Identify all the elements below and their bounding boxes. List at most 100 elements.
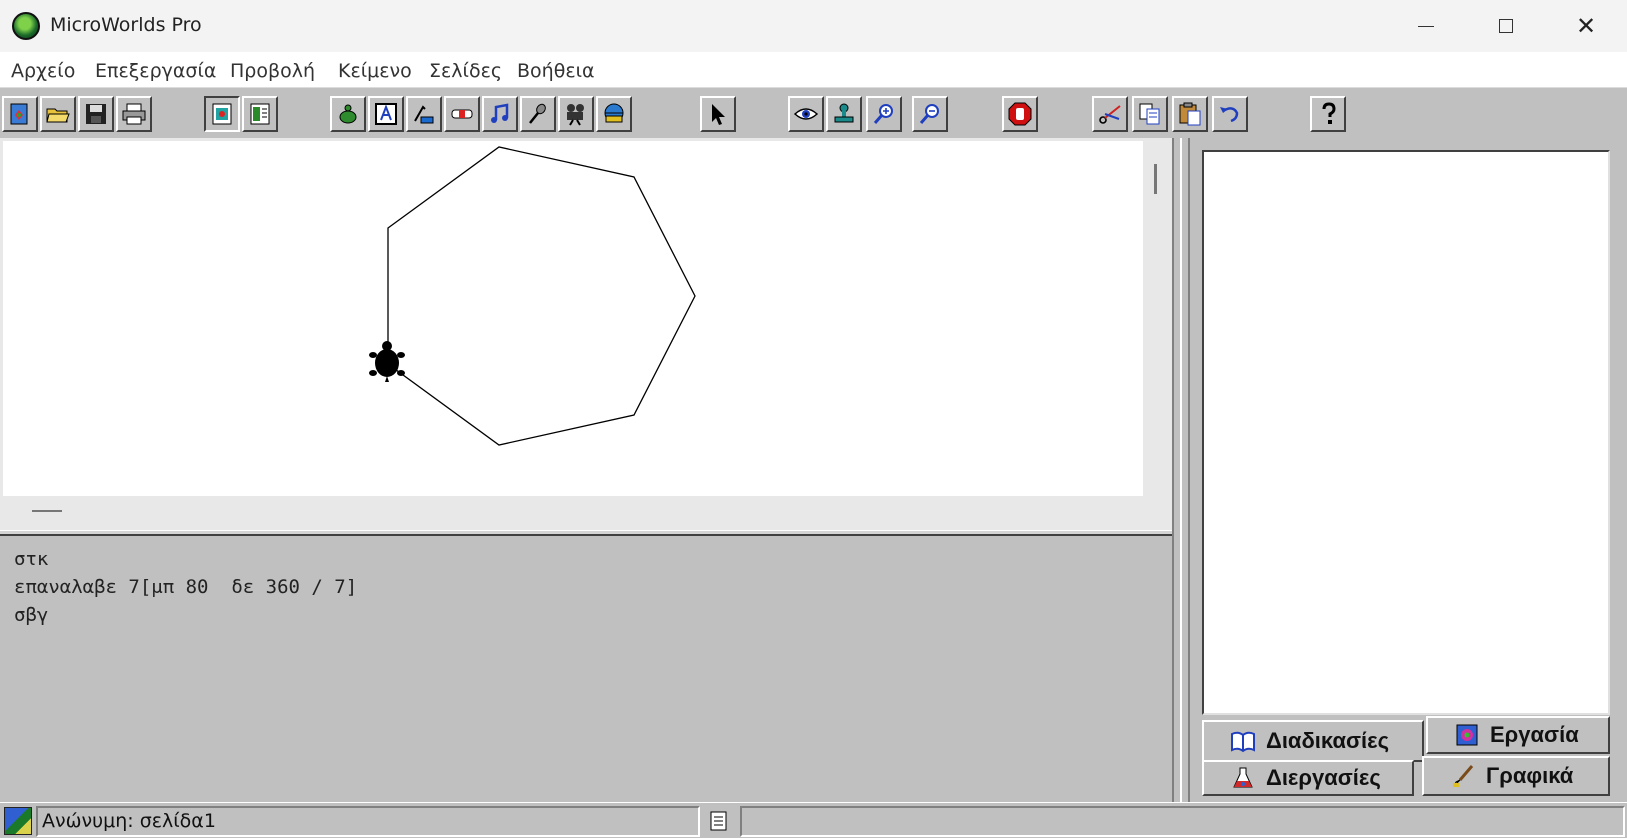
tab-project-label: Εργασία <box>1490 722 1579 747</box>
page-area <box>0 138 1172 530</box>
text-box-button[interactable] <box>368 96 404 132</box>
new-project-icon <box>10 103 28 125</box>
open-button[interactable] <box>40 96 76 132</box>
button-tool[interactable] <box>406 96 442 132</box>
stamp-button[interactable] <box>826 96 862 132</box>
cut-button[interactable] <box>1092 96 1128 132</box>
text-box-icon <box>375 103 397 125</box>
stop-hand-icon <box>1008 102 1032 126</box>
music-note-icon <box>491 103 509 123</box>
minimize-icon <box>1418 25 1434 27</box>
globe-helmet-icon <box>604 103 624 123</box>
zoom-out-button[interactable] <box>912 96 948 132</box>
menu-pages[interactable]: Σελίδες <box>429 60 502 82</box>
copy-icon <box>1139 103 1160 125</box>
new-project-button[interactable] <box>2 96 38 132</box>
menu-file[interactable]: Αρχείο <box>11 60 75 82</box>
video-camera-icon <box>567 104 584 126</box>
pane-splitter[interactable] <box>1172 138 1198 802</box>
stop-button[interactable] <box>1002 96 1038 132</box>
splitter-edge <box>1172 138 1174 802</box>
command-line[interactable]: στκ <box>14 545 1158 573</box>
tab-project[interactable]: Εργασία <box>1426 716 1610 754</box>
project-icon <box>1456 724 1478 746</box>
tab-procedures-label: Διαδικασίες <box>1266 728 1390 753</box>
maximize-icon <box>1499 19 1513 33</box>
zoom-in-button[interactable] <box>866 96 902 132</box>
copy-button[interactable] <box>1132 96 1168 132</box>
open-folder-icon <box>46 108 70 123</box>
close-button[interactable]: ✕ <box>1546 0 1626 52</box>
microworlds-logo-icon <box>12 12 40 40</box>
splitter-edge <box>1180 138 1182 802</box>
video-button[interactable] <box>558 96 594 132</box>
tab-procedures[interactable]: Διαδικασίες <box>1202 720 1424 762</box>
scissors-icon <box>1099 105 1121 124</box>
stamp-icon <box>834 103 854 123</box>
zoom-out-icon <box>919 104 939 124</box>
title-bar: MicroWorlds Pro ✕ <box>0 0 1627 52</box>
status-text: Ανώνυμη: σελίδα1 <box>36 806 700 837</box>
status-secondary-field <box>740 806 1625 837</box>
command-line[interactable]: σβγ <box>14 601 1158 629</box>
project-page-icon <box>4 807 32 835</box>
menu-view[interactable]: Προβολή <box>230 60 315 82</box>
close-icon: ✕ <box>1575 12 1597 40</box>
tab-graphics[interactable]: Γραφικά <box>1422 756 1610 796</box>
document-icon[interactable] <box>704 807 734 835</box>
save-disk-icon <box>86 104 106 124</box>
command-center[interactable]: στκ επαναλαβε 7[μπ 80 δε 360 / 7] σβγ <box>0 536 1172 802</box>
menu-edit[interactable]: Επεξεργασία <box>95 60 216 82</box>
tab-processes[interactable]: Διεργασίες <box>1202 760 1414 796</box>
paste-icon <box>1179 102 1201 126</box>
maximize-button[interactable] <box>1466 0 1546 52</box>
help-question-icon <box>1322 102 1336 124</box>
drawing-canvas[interactable] <box>3 141 1143 496</box>
menu-text[interactable]: Κείμενο <box>338 60 412 82</box>
undo-button[interactable] <box>1212 96 1248 132</box>
print-button[interactable] <box>116 96 152 132</box>
zoom-in-icon <box>873 104 893 124</box>
splitter-edge <box>1188 138 1190 802</box>
paste-button[interactable] <box>1172 96 1208 132</box>
procedures-panel[interactable] <box>1202 150 1610 715</box>
heptagon-drawing <box>369 146 696 446</box>
page-view-button[interactable] <box>204 96 240 132</box>
eye-icon <box>793 108 819 120</box>
command-line[interactable]: επαναλαβε 7[μπ 80 δε 360 / 7] <box>14 573 1158 601</box>
turtle-icon[interactable] <box>369 341 405 382</box>
paintbrush-icon <box>1453 765 1474 787</box>
globe-button[interactable] <box>596 96 632 132</box>
horizontal-scroll-handle[interactable] <box>32 510 62 512</box>
menu-bar: Αρχείο Επεξεργασία Προβολή Κείμενο Σελίδ… <box>0 52 1627 88</box>
text-view-icon <box>250 103 270 125</box>
new-turtle-icon <box>339 104 357 124</box>
new-turtle-button[interactable] <box>330 96 366 132</box>
heptagon-shape <box>387 146 696 446</box>
pointer-arrow-icon <box>712 104 725 125</box>
button-icon <box>414 105 434 124</box>
pointer-button[interactable] <box>700 96 736 132</box>
help-button[interactable] <box>1310 96 1346 132</box>
toolbar <box>0 88 1627 138</box>
vertical-scroll-handle[interactable] <box>1154 164 1157 194</box>
text-view-button[interactable] <box>242 96 278 132</box>
window-title: MicroWorlds Pro <box>50 14 202 36</box>
microphone-icon <box>529 103 546 124</box>
menu-help[interactable]: Βοήθεια <box>517 60 595 82</box>
tab-processes-label: Διεργασίες <box>1266 765 1381 790</box>
undo-icon <box>1220 107 1239 123</box>
slider-icon <box>451 109 473 119</box>
minimize-button[interactable] <box>1386 0 1466 52</box>
tab-graphics-label: Γραφικά <box>1486 763 1574 788</box>
slider-tool[interactable] <box>444 96 480 132</box>
right-pane: Διαδικασίες Εργασία Διεργασίες Γραφικά <box>1198 138 1627 802</box>
print-icon <box>122 103 146 125</box>
flask-icon <box>1233 767 1253 788</box>
status-bar: Ανώνυμη: σελίδα1 <box>0 802 1627 838</box>
eye-button[interactable] <box>788 96 824 132</box>
save-button[interactable] <box>78 96 114 132</box>
page-view-icon <box>212 103 232 125</box>
music-button[interactable] <box>482 96 518 132</box>
microphone-button[interactable] <box>520 96 556 132</box>
